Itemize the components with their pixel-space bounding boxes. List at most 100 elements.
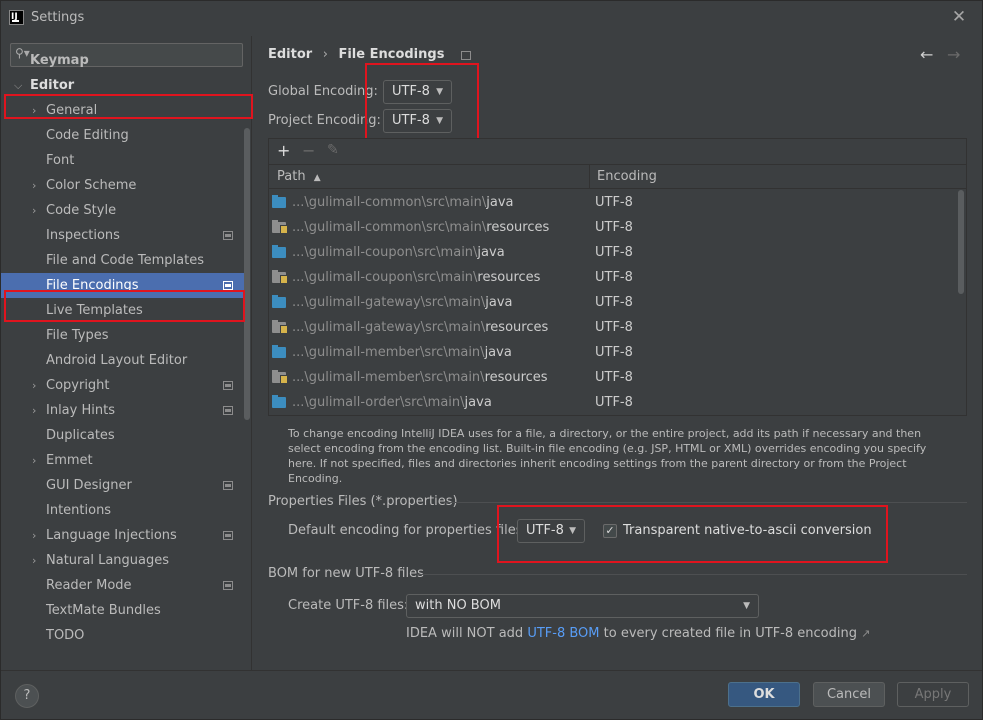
encoding-cell[interactable]: UTF-8 [595, 190, 633, 215]
chevron-right-icon[interactable]: › [32, 448, 36, 473]
sidebar-item-label: Code Style [46, 203, 117, 218]
settings-sidebar: ⚲▾ Keymap ⌵ Editor › General Code Editin… [1, 36, 251, 670]
sidebar-item-reader-mode[interactable]: Reader Mode [1, 573, 245, 598]
breadcrumb: Editor › File Encodings [268, 47, 477, 65]
breadcrumb-separator: › [322, 47, 328, 62]
sidebar-item-duplicates[interactable]: Duplicates [1, 423, 245, 448]
source-folder-icon [272, 345, 286, 358]
dropdown-caret-icon: ▼ [436, 116, 443, 126]
sidebar-item-code-style[interactable]: › Code Style [1, 198, 245, 223]
add-icon[interactable]: + [277, 141, 290, 160]
sidebar-item-label: Duplicates [46, 428, 115, 443]
sidebar-item-intentions[interactable]: Intentions [1, 498, 245, 523]
sidebar-item-label: General [46, 103, 98, 118]
chevron-down-icon[interactable]: ⌵ [14, 73, 22, 98]
help-button[interactable]: ? [15, 684, 39, 708]
remove-icon[interactable]: − [302, 141, 315, 160]
chevron-right-icon[interactable]: › [32, 198, 36, 223]
sidebar-item-copyright[interactable]: › Copyright [1, 373, 245, 398]
table-row[interactable]: ...\gulimall-gateway\src\main\java UTF-8 [269, 290, 957, 315]
table-row[interactable]: ...\gulimall-coupon\src\main\java UTF-8 [269, 240, 957, 265]
sidebar-item-label: TODO [46, 628, 85, 643]
chevron-right-icon[interactable]: › [32, 548, 36, 573]
apply-button[interactable]: Apply [897, 682, 969, 707]
table-row[interactable]: ...\gulimall-common\src\main\java UTF-8 [269, 190, 957, 215]
sidebar-item-font[interactable]: Font [1, 148, 245, 173]
sidebar-item-textmate-bundles[interactable]: TextMate Bundles [1, 598, 245, 623]
resources-folder-icon [272, 270, 288, 284]
sidebar-item-android-layout-editor[interactable]: Android Layout Editor [1, 348, 245, 373]
sidebar-item-file-and-code-templates[interactable]: File and Code Templates [1, 248, 245, 273]
sidebar-item-natural-languages[interactable]: › Natural Languages [1, 548, 245, 573]
sidebar-item-language-injections[interactable]: › Language Injections [1, 523, 245, 548]
encoding-cell[interactable]: UTF-8 [595, 215, 633, 240]
sidebar-item-label: TextMate Bundles [46, 603, 161, 618]
encoding-cell[interactable]: UTF-8 [595, 290, 633, 315]
sidebar-item-keymap[interactable]: Keymap [1, 48, 245, 73]
table-scrollbar[interactable] [958, 190, 964, 294]
table-toolbar: + − ✎ [269, 139, 966, 165]
global-encoding-dropdown[interactable]: UTF-8 ▼ [383, 80, 452, 104]
sidebar-item-label: Inspections [46, 228, 120, 243]
sidebar-item-live-templates[interactable]: Live Templates [1, 298, 245, 323]
native-to-ascii-checkbox[interactable]: ✓ [603, 524, 617, 538]
encoding-cell[interactable]: UTF-8 [595, 365, 633, 390]
sidebar-item-todo[interactable]: TODO [1, 623, 245, 648]
back-arrow-icon[interactable]: ← [920, 45, 933, 64]
path-cell: ...\gulimall-member\src\main\java [292, 345, 512, 360]
table-row[interactable]: ...\gulimall-member\src\main\java UTF-8 [269, 340, 957, 365]
native-to-ascii-label[interactable]: Transparent native-to-ascii conversion [623, 523, 872, 538]
column-header-encoding[interactable]: Encoding [597, 169, 657, 184]
sidebar-item-file-types[interactable]: File Types [1, 323, 245, 348]
sidebar-item-label: File Types [46, 328, 109, 343]
path-cell: ...\gulimall-common\src\main\resources [292, 220, 550, 235]
encoding-cell[interactable]: UTF-8 [595, 240, 633, 265]
forward-arrow-icon[interactable]: → [947, 45, 960, 64]
sidebar-item-gui-designer[interactable]: GUI Designer [1, 473, 245, 498]
encoding-cell[interactable]: UTF-8 [595, 265, 633, 290]
ok-button[interactable]: OK [728, 682, 800, 707]
sidebar-item-label: GUI Designer [46, 478, 132, 493]
sidebar-scrollbar[interactable] [244, 128, 250, 420]
sidebar-item-editor[interactable]: ⌵ Editor [1, 73, 245, 98]
sidebar-item-general[interactable]: › General [1, 98, 245, 123]
chevron-right-icon[interactable]: › [32, 173, 36, 198]
properties-encoding-dropdown[interactable]: UTF-8 ▼ [517, 519, 585, 543]
edit-pencil-icon[interactable]: ✎ [327, 142, 339, 158]
sidebar-item-file-encodings[interactable]: File Encodings [1, 273, 245, 298]
chevron-right-icon[interactable]: › [32, 523, 36, 548]
bom-dropdown[interactable]: with NO BOM ▼ [406, 594, 759, 618]
sidebar-item-label: Natural Languages [46, 553, 170, 568]
chevron-right-icon[interactable]: › [32, 398, 36, 423]
chevron-right-icon[interactable]: › [32, 98, 36, 123]
resources-folder-icon [272, 220, 288, 234]
table-row[interactable]: ...\gulimall-common\src\main\resources U… [269, 215, 957, 240]
sidebar-item-label: File Encodings [46, 278, 139, 293]
sidebar-divider [251, 36, 252, 670]
utf8-bom-link[interactable]: UTF-8 BOM [527, 626, 599, 641]
table-body: ...\gulimall-common\src\main\java UTF-8 … [269, 190, 957, 415]
column-header-path[interactable]: Path ▲ [277, 169, 321, 184]
breadcrumb-parent[interactable]: Editor [268, 47, 312, 62]
table-row[interactable]: ...\gulimall-coupon\src\main\resources U… [269, 265, 957, 290]
encoding-cell[interactable]: UTF-8 [595, 315, 633, 340]
sidebar-item-inspections[interactable]: Inspections [1, 223, 245, 248]
sidebar-item-code-editing[interactable]: Code Editing [1, 123, 245, 148]
sidebar-item-label: Font [46, 153, 75, 168]
sidebar-item-label: Color Scheme [46, 178, 137, 193]
sidebar-item-emmet[interactable]: › Emmet [1, 448, 245, 473]
close-icon[interactable]: ✕ [950, 8, 968, 26]
sidebar-item-color-scheme[interactable]: › Color Scheme [1, 173, 245, 198]
encoding-cell[interactable]: UTF-8 [595, 340, 633, 365]
sidebar-item-inlay-hints[interactable]: › Inlay Hints [1, 398, 245, 423]
project-encoding-dropdown[interactable]: UTF-8 ▼ [383, 109, 452, 133]
dialog-footer: ? OK Cancel Apply [1, 670, 982, 719]
encoding-cell[interactable]: UTF-8 [595, 390, 633, 415]
section-divider [444, 502, 967, 503]
table-row[interactable]: ...\gulimall-member\src\main\resources U… [269, 365, 957, 390]
cancel-button[interactable]: Cancel [813, 682, 885, 707]
section-divider [417, 574, 967, 575]
table-row[interactable]: ...\gulimall-order\src\main\java UTF-8 [269, 390, 957, 415]
table-row[interactable]: ...\gulimall-gateway\src\main\resources … [269, 315, 957, 340]
chevron-right-icon[interactable]: › [32, 373, 36, 398]
